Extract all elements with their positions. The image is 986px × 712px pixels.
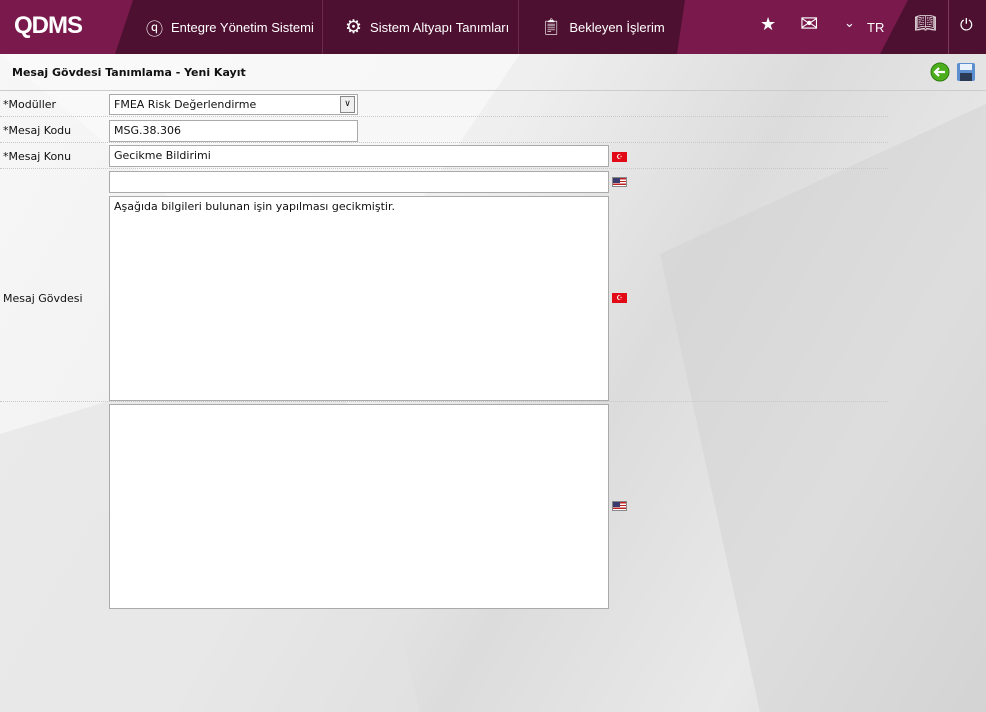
- language-selector[interactable]: TR: [867, 20, 884, 35]
- modules-select[interactable]: FMEA Risk Değerlendirme ∨: [109, 94, 358, 115]
- back-button[interactable]: [930, 62, 950, 82]
- subject-label: *Mesaj Konu: [3, 150, 72, 163]
- mail-icon[interactable]: ✉: [800, 12, 818, 37]
- save-button[interactable]: [956, 62, 976, 82]
- power-icon[interactable]: ⏻: [960, 15, 973, 35]
- turkey-flag-icon: ☪: [612, 152, 627, 162]
- gear-icon: ⚙: [345, 16, 363, 38]
- q-icon: ⓠ: [146, 19, 163, 39]
- turkey-flag-icon: ☪: [612, 293, 627, 303]
- top-bar: QDMS ⓠ Entegre Yönetim Sistemi ⚙ Sistem Al…: [0, 0, 986, 54]
- body-en-textarea[interactable]: [109, 404, 609, 609]
- clipboard-icon: 📋︎: [541, 19, 562, 36]
- page-title: Mesaj Gövdesi Tanımlama - Yeni Kayıt: [12, 66, 246, 79]
- star-icon[interactable]: ★: [760, 14, 776, 35]
- modules-label: *Modüller: [3, 98, 57, 111]
- manual-book-icon[interactable]: 📖︎: [914, 13, 937, 34]
- chevron-down-icon[interactable]: ⌄: [844, 16, 855, 31]
- nav-bekleyen-islerim[interactable]: 📋︎ Bekleyen İşlerim: [541, 0, 665, 54]
- body-label: Mesaj Gövdesi: [3, 292, 83, 305]
- nav-sistem-altyapi[interactable]: ⚙ Sistem Altyapı Tanımları: [345, 0, 509, 54]
- chevron-down-icon: ∨: [340, 96, 355, 113]
- nav-entegre[interactable]: ⓠ Entegre Yönetim Sistemi: [146, 0, 314, 54]
- body-tr-textarea[interactable]: Aşağıda bilgileri bulunan işin yapılması…: [109, 196, 609, 401]
- qdms-logo[interactable]: QDMS: [14, 12, 83, 40]
- code-label: *Mesaj Kodu: [3, 124, 72, 137]
- subject-tr-input[interactable]: Gecikme Bildirimi: [109, 145, 609, 167]
- code-input[interactable]: MSG.38.306: [109, 120, 358, 142]
- us-flag-icon: [612, 501, 627, 511]
